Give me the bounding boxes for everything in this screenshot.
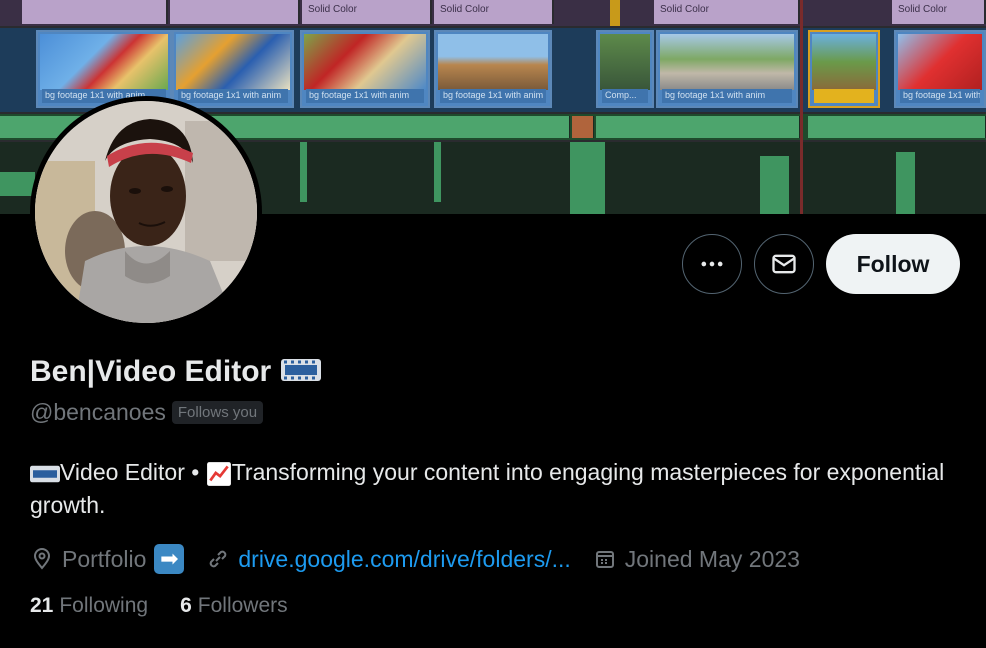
video-clip: Comp... [596,30,654,108]
profile-meta: Portfolio ➡ drive.google.com/drive/folde… [30,542,822,576]
username-handle: @bencanoes [30,399,166,425]
followers-label: Followers [197,594,288,617]
location-pin-icon [33,548,51,570]
avatar-image [35,101,257,323]
timeline-label: Solid Color [654,0,800,24]
video-clip: bg footage 1x1 with anim [656,30,798,108]
followers-link[interactable]: 6 Followers [180,594,288,618]
timeline-label-track: Solid Color Solid Color Solid Color Soli… [0,0,986,26]
follow-counts: 21 Following 6 Followers [30,594,320,618]
profile-bio: Video Editor • Transforming your content… [30,456,960,522]
film-frames-icon [30,465,60,483]
following-link[interactable]: 21 Following [30,594,148,618]
joined-item: Joined May 2023 [593,546,800,573]
joined-date: Joined May 2023 [624,545,800,572]
timeline-label: Solid Color [892,0,986,24]
video-clip: bg footage 1x1 with anim [894,30,986,108]
link-icon [210,550,227,568]
following-label: Following [59,594,149,617]
profile-link[interactable]: drive.google.com/drive/folders/... [238,546,570,573]
more-button[interactable] [682,234,742,294]
chart-increasing-icon [206,462,231,486]
follows-you-badge: Follows you [171,401,264,424]
location-item: Portfolio ➡ [30,544,185,574]
following-count: 21 [30,594,54,617]
profile-name: Ben|Video Editor [30,355,322,389]
follow-button[interactable]: Follow [826,234,960,294]
video-clip: bg footage 1x1 with anim [172,30,294,108]
location-text: Portfolio [62,545,147,572]
video-clip: bg footage 1x1 with anim [300,30,430,108]
handle-row: @bencanoes Follows you [30,399,264,426]
timeline-label [22,0,168,24]
avatar[interactable] [30,96,262,328]
followers-count: 6 [180,594,192,617]
message-button[interactable] [754,234,814,294]
envelope-icon [772,254,796,274]
bio-text-1: Video Editor • [60,459,206,485]
timeline-label [170,0,300,24]
right-arrow-icon: ➡ [154,544,185,574]
timeline-label: Solid Color [434,0,554,24]
video-clip: bg footage 1x1 with anim [434,30,552,108]
calendar-icon [595,551,614,568]
film-frames-icon [281,355,322,389]
video-clip [808,30,880,108]
display-name: Ben|Video Editor [30,355,272,388]
timeline-label: Solid Color [302,0,432,24]
more-dots-icon [701,261,723,267]
link-item: drive.google.com/drive/folders/... [206,546,571,573]
